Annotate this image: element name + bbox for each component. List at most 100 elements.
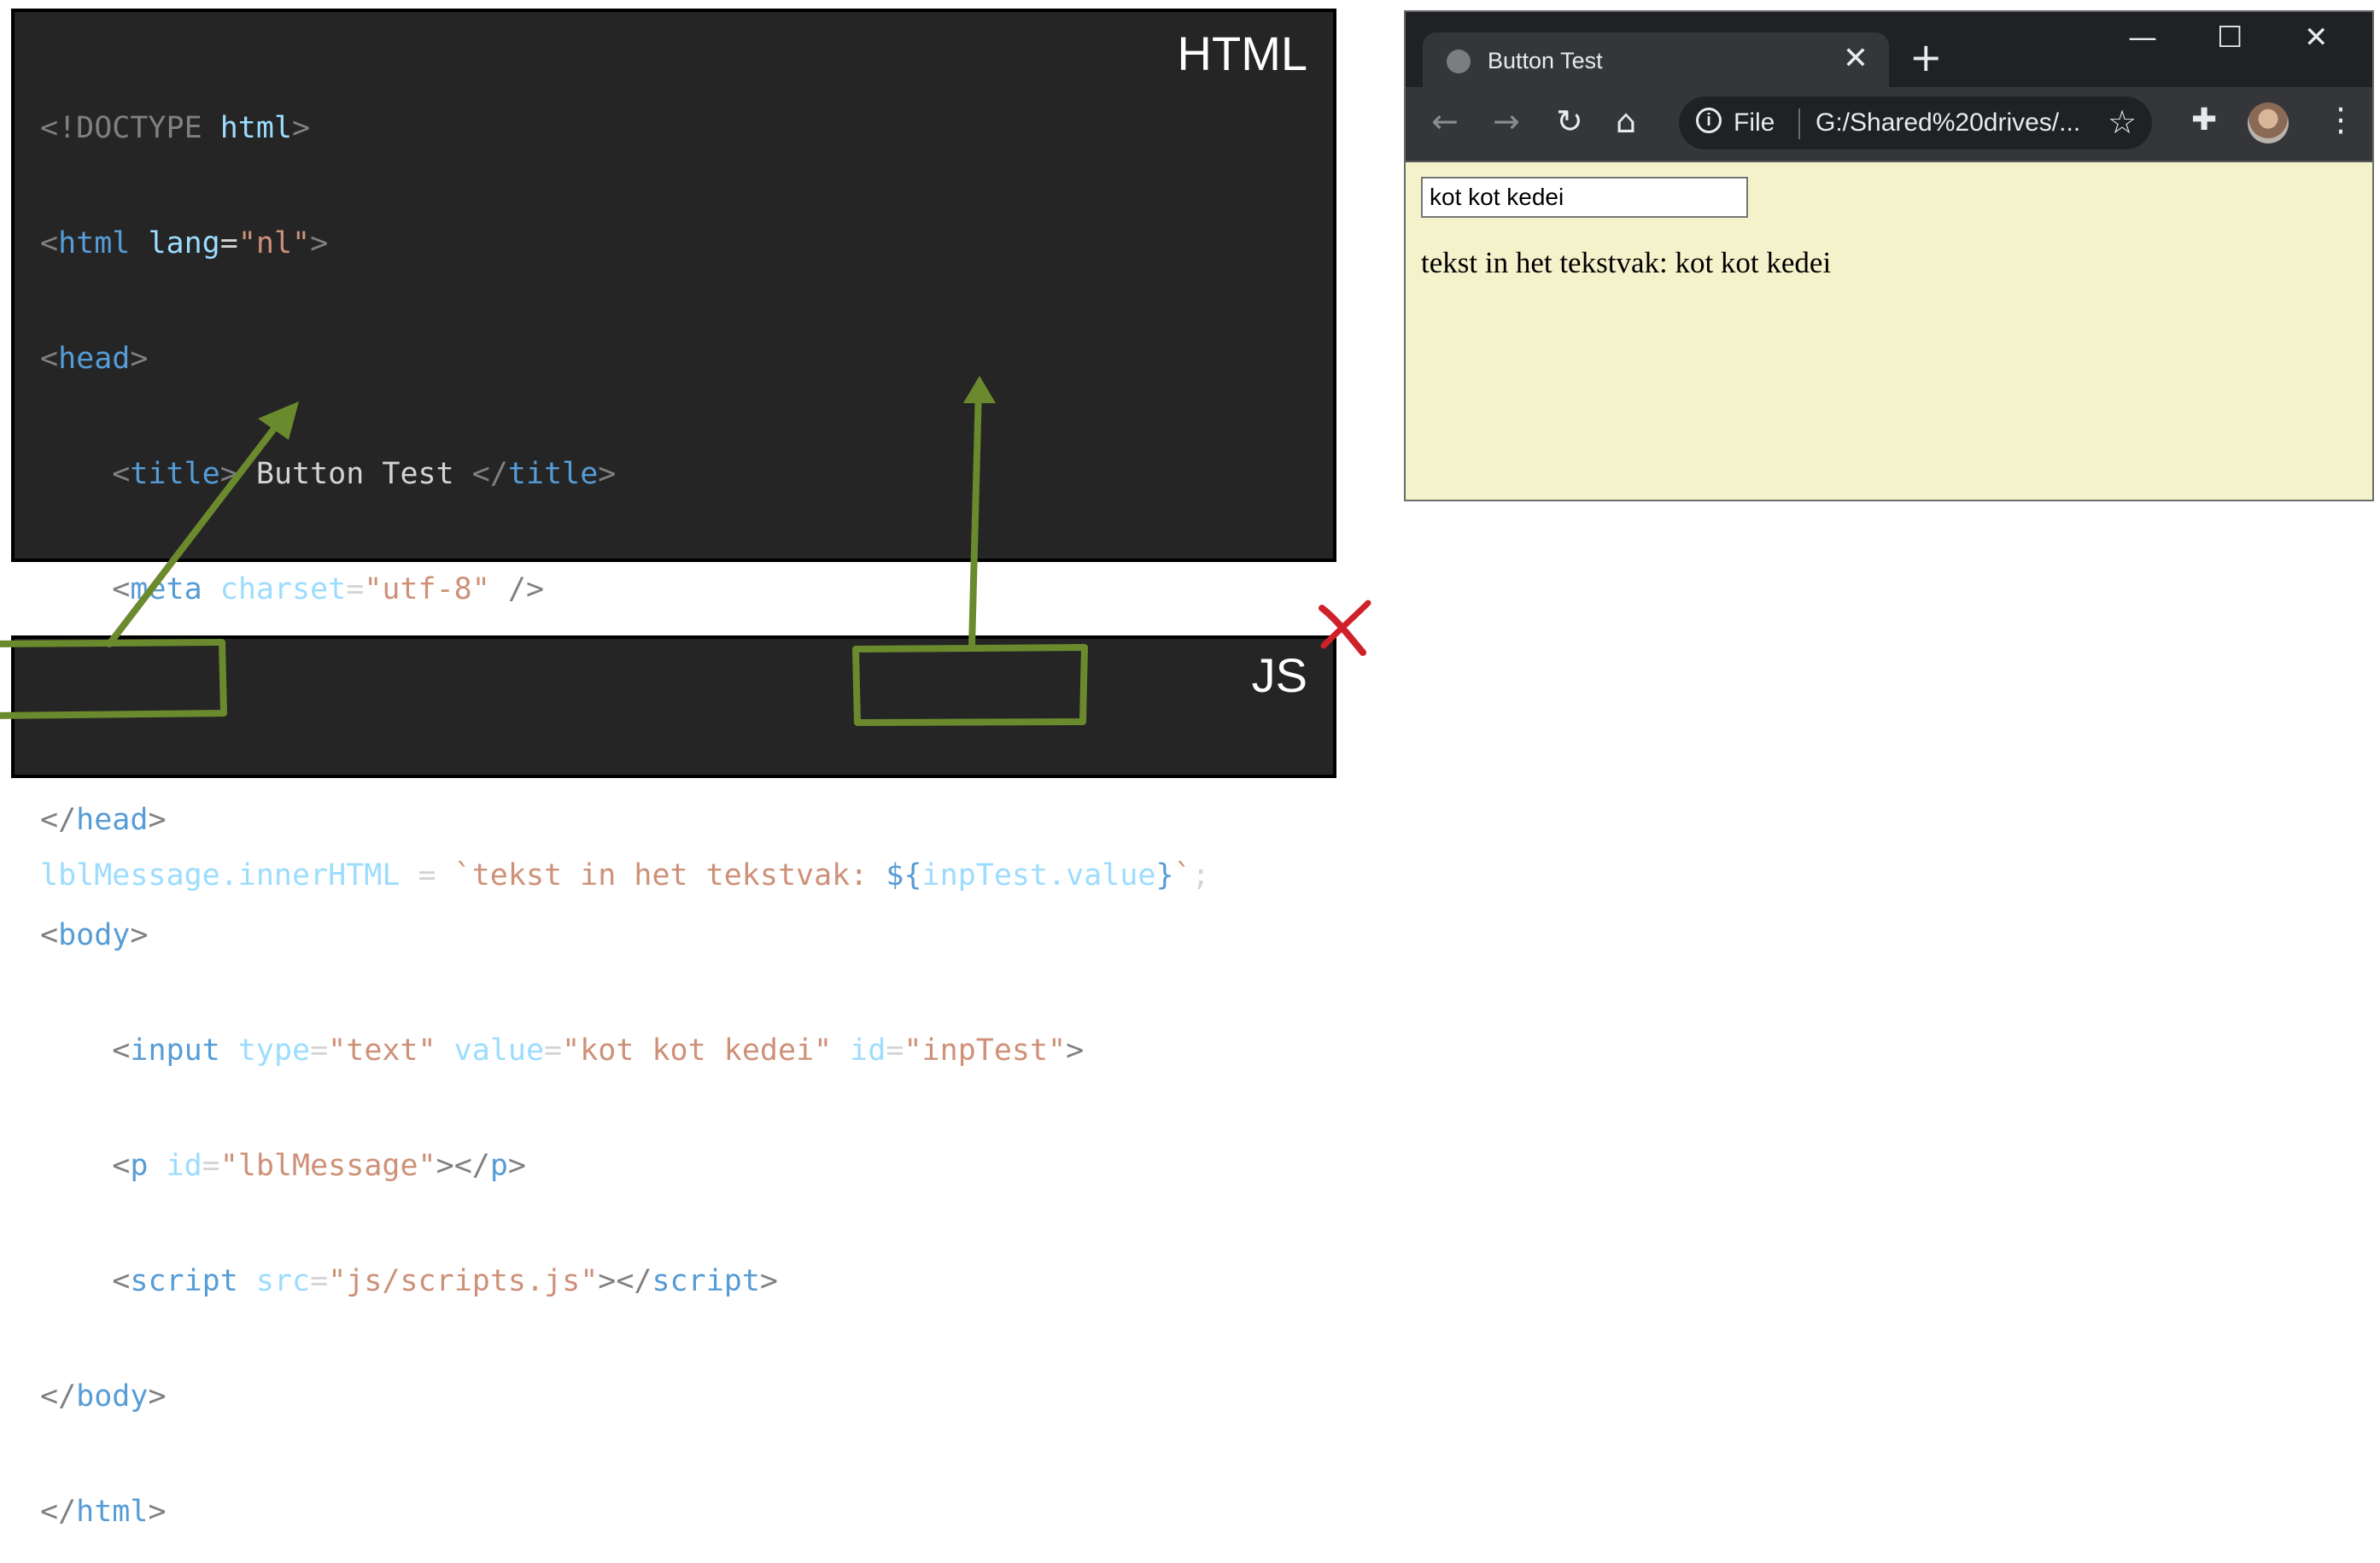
bracket-token: </ bbox=[40, 1379, 77, 1414]
close-window-icon[interactable]: ✕ bbox=[2304, 20, 2329, 55]
backtick-token: ` bbox=[453, 858, 472, 893]
interp-close-token: } bbox=[1155, 858, 1174, 893]
bracket-token: </ bbox=[40, 1495, 77, 1529]
eq-token: = bbox=[310, 1264, 329, 1298]
bracket-token: ></ bbox=[436, 1149, 490, 1183]
forward-arrow-icon[interactable]: → bbox=[1493, 102, 1520, 140]
browser-window: Button Test ✕ + — ☐ ✕ ← → ↻ ⌂ i File G:/… bbox=[1404, 10, 2374, 501]
extensions-icon[interactable]: ✚ bbox=[2191, 102, 2217, 138]
bracket-token: /> bbox=[489, 572, 545, 606]
backtick-token: ` bbox=[1173, 858, 1192, 893]
tag-token: html bbox=[58, 226, 131, 260]
page-viewport: tekst in het tekstvak: kot kot kedei bbox=[1406, 162, 2372, 500]
back-arrow-icon[interactable]: ← bbox=[1431, 102, 1459, 140]
bracket-token: < bbox=[112, 457, 131, 491]
menu-dots-icon[interactable]: ⋮ bbox=[2324, 101, 2357, 138]
url-scheme: File bbox=[1734, 108, 1775, 137]
code-line: <meta charset="utf-8" /> bbox=[40, 571, 1084, 609]
tab-title: Button Test bbox=[1488, 48, 1603, 73]
bracket-token: < bbox=[112, 1149, 131, 1183]
html-panel-label: HTML bbox=[1177, 26, 1307, 80]
js-code-panel: JS lblMessage.innerHTML = `tekst in het … bbox=[11, 635, 1336, 893]
tag-token: meta bbox=[130, 572, 202, 606]
close-tab-icon[interactable]: ✕ bbox=[1843, 41, 1868, 76]
bracket-token: </ bbox=[471, 457, 508, 491]
tag-token: p bbox=[130, 1149, 149, 1183]
code-line: </body> bbox=[40, 1378, 1084, 1416]
code-line: <p id="lblMessage"></p> bbox=[40, 1147, 1084, 1185]
eq-token: = bbox=[219, 226, 238, 260]
code-line: <script src="js/scripts.js"></script> bbox=[40, 1262, 1084, 1301]
avatar[interactable] bbox=[2248, 102, 2289, 143]
bracket-token: > bbox=[148, 1379, 167, 1414]
template-text-token: tekst in het tekstvak: bbox=[471, 858, 886, 893]
code-line: </html> bbox=[40, 1493, 1084, 1531]
home-icon[interactable]: ⌂ bbox=[1616, 102, 1636, 140]
bracket-token: > bbox=[130, 342, 149, 376]
reload-icon[interactable]: ↻ bbox=[1556, 102, 1583, 140]
url-text[interactable]: G:/Shared%20drives/... bbox=[1816, 108, 2080, 138]
tag-token: title bbox=[130, 457, 220, 491]
js-panel-label: JS bbox=[1251, 648, 1307, 702]
bracket-token: > bbox=[148, 1495, 167, 1529]
info-icon[interactable]: i bbox=[1696, 108, 1722, 133]
text-token: Button Test bbox=[237, 457, 472, 491]
doctype-token: <!DOCTYPE bbox=[40, 111, 202, 145]
address-bar[interactable]: i File G:/Shared%20drives/... ☆ bbox=[1679, 97, 2152, 149]
bracket-token: > bbox=[292, 111, 311, 145]
interp-open-token: ${ bbox=[886, 858, 922, 893]
var-token: lblMessage bbox=[40, 858, 220, 893]
member-token: .innerHTML bbox=[219, 858, 401, 893]
tag-token: head bbox=[58, 342, 131, 376]
red-cross-icon bbox=[1319, 600, 1371, 656]
browser-toolbar: ← → ↻ ⌂ i File G:/Shared%20drives/... ☆ … bbox=[1406, 87, 2372, 162]
maximize-icon[interactable]: ☐ bbox=[2217, 20, 2243, 55]
bracket-token: < bbox=[112, 572, 131, 606]
string-token: "utf-8" bbox=[364, 572, 490, 606]
bracket-token: > bbox=[598, 457, 617, 491]
bracket-token: > bbox=[310, 226, 329, 260]
browser-tab[interactable]: Button Test ✕ bbox=[1423, 32, 1889, 87]
string-token: "lblMessage" bbox=[219, 1149, 436, 1183]
text-input[interactable] bbox=[1421, 177, 1748, 218]
tag-token: html bbox=[76, 1495, 149, 1529]
bracket-token: ></ bbox=[598, 1264, 652, 1298]
code-line: lblMessage.innerHTML = `tekst in het tek… bbox=[40, 832, 1210, 919]
attr-token: charset bbox=[202, 572, 347, 606]
minimize-icon[interactable]: — bbox=[2128, 20, 2157, 55]
new-tab-button[interactable]: + bbox=[1909, 36, 1943, 79]
bracket-token: < bbox=[40, 226, 59, 260]
attr-token: id bbox=[148, 1149, 202, 1183]
tag-token: p bbox=[489, 1149, 508, 1183]
globe-icon bbox=[1447, 50, 1471, 73]
tag-token: body bbox=[76, 1379, 149, 1414]
semicolon-token: ; bbox=[1191, 858, 1210, 893]
html-code-panel: HTML <!DOCTYPE html> <html lang="nl"> <h… bbox=[11, 9, 1336, 1529]
interp-expr-token: inpTest.value bbox=[921, 858, 1156, 893]
star-icon[interactable]: ☆ bbox=[2108, 103, 2137, 141]
divider bbox=[1798, 108, 1800, 139]
code-line: <head> bbox=[40, 340, 1084, 378]
tag-token: script bbox=[652, 1264, 760, 1298]
bracket-token: > bbox=[507, 1149, 526, 1183]
title-bar: Button Test ✕ + — ☐ ✕ bbox=[1406, 12, 2372, 87]
string-token: "nl" bbox=[237, 226, 311, 260]
eq-token: = bbox=[202, 1149, 220, 1183]
bracket-token: < bbox=[40, 342, 59, 376]
doctype-html-token: html bbox=[202, 111, 293, 145]
code-line: <html lang="nl"> bbox=[40, 225, 1084, 263]
bracket-token: > bbox=[759, 1264, 778, 1298]
tag-token: script bbox=[130, 1264, 238, 1298]
eq-token: = bbox=[346, 572, 365, 606]
operator-token: = bbox=[400, 858, 454, 893]
code-line: <!DOCTYPE html> bbox=[40, 109, 1084, 148]
js-code: lblMessage.innerHTML = `tekst in het tek… bbox=[40, 658, 1210, 1093]
message-paragraph: tekst in het tekstvak: kot kot kedei bbox=[1421, 246, 1832, 279]
code-line: <title> Button Test </title> bbox=[40, 455, 1084, 494]
tag-token: title bbox=[507, 457, 599, 491]
string-token: "js/scripts.js" bbox=[328, 1264, 599, 1298]
